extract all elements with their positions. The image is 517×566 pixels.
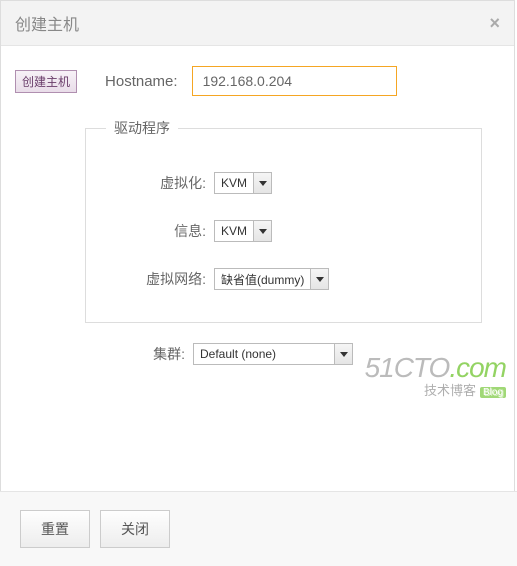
chevron-down-icon[interactable] <box>334 344 352 364</box>
chevron-down-icon[interactable] <box>310 269 328 289</box>
close-button[interactable]: 关闭 <box>100 510 170 548</box>
create-host-button[interactable]: 创建主机 <box>15 70 77 93</box>
vnet-select[interactable]: 缺省值(dummy) <box>214 268 329 290</box>
dialog-header: 创建主机 × <box>1 1 514 46</box>
dialog-footer: 重置 关闭 <box>0 491 517 566</box>
virt-row: 虚拟化: KVM <box>106 172 461 194</box>
info-value: KVM <box>215 221 253 241</box>
cluster-label: 集群: <box>85 344 193 364</box>
info-label: 信息: <box>106 221 214 241</box>
dialog-title: 创建主机 <box>15 11 79 35</box>
chevron-down-icon[interactable] <box>253 221 271 241</box>
drivers-legend: 驱动程序 <box>106 118 178 138</box>
virt-value: KVM <box>215 173 253 193</box>
virt-label: 虚拟化: <box>106 173 214 193</box>
info-row: 信息: KVM <box>106 220 461 242</box>
drivers-fieldset: 驱动程序 虚拟化: KVM 信息: KVM 虚拟网络: 缺省值(dummy) <box>85 118 482 323</box>
virt-select[interactable]: KVM <box>214 172 272 194</box>
hostname-label: Hostname: <box>105 73 178 90</box>
top-row: 创建主机 Hostname: <box>15 66 482 96</box>
vnet-row: 虚拟网络: 缺省值(dummy) <box>106 268 461 290</box>
cluster-value: Default (none) <box>194 344 334 364</box>
cluster-select[interactable]: Default (none) <box>193 343 353 365</box>
reset-button[interactable]: 重置 <box>20 510 90 548</box>
watermark-sub: 技术博客Blog <box>365 380 506 399</box>
info-select[interactable]: KVM <box>214 220 272 242</box>
cluster-row: 集群: Default (none) <box>85 343 482 365</box>
dialog: 创建主机 × 创建主机 Hostname: 驱动程序 虚拟化: KVM 信息: … <box>0 0 515 564</box>
close-icon[interactable]: × <box>489 13 500 34</box>
vnet-value: 缺省值(dummy) <box>215 269 310 289</box>
chevron-down-icon[interactable] <box>253 173 271 193</box>
vnet-label: 虚拟网络: <box>106 269 214 289</box>
hostname-input[interactable] <box>192 66 397 96</box>
dialog-body: 创建主机 Hostname: 驱动程序 虚拟化: KVM 信息: KVM <box>1 46 514 455</box>
